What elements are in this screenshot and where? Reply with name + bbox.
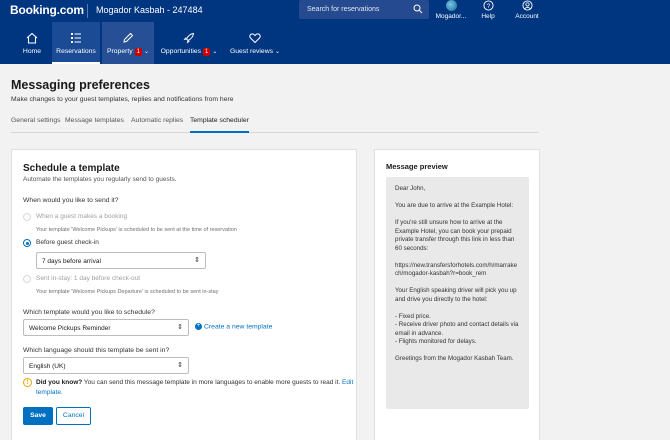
schedule-template-card: Schedule a template Automate the templat… xyxy=(11,149,357,440)
schedule-title: Schedule a template xyxy=(23,163,120,174)
plus-circle-icon: + xyxy=(195,323,202,330)
radio-in-stay-label: Sent in-stay: 1 day before check-out xyxy=(36,275,141,282)
save-button[interactable]: Save xyxy=(23,407,53,425)
template-select[interactable]: Welcome Pickups Reminder ⇕ xyxy=(23,319,189,336)
select-chevron-icon: ⇕ xyxy=(177,324,183,331)
template-question: Which template would you like to schedul… xyxy=(23,309,155,316)
nav-guest-reviews[interactable]: Guest reviews ⌄ xyxy=(228,22,282,64)
account-label: Account xyxy=(515,13,539,20)
help-icon: ? xyxy=(482,0,494,11)
preview-feature-list: - Fixed price. - Receive driver photo an… xyxy=(395,312,519,346)
select-chevron-icon: ⇕ xyxy=(194,257,200,264)
reservation-search-input[interactable]: Search for reservations xyxy=(299,0,429,19)
nav-reservations[interactable]: Reservations xyxy=(52,22,100,64)
tip-text: You can send this message template in mo… xyxy=(82,379,343,386)
page-subtitle: Make changes to your guest templates, re… xyxy=(11,96,234,103)
select-chevron-icon: ⇕ xyxy=(177,362,183,369)
page-title: Messaging preferences xyxy=(11,78,150,92)
heart-icon xyxy=(249,33,261,44)
preview-paragraph: If you're still unsure how to arrive at … xyxy=(395,219,515,252)
tab-message-templates[interactable]: Message templates xyxy=(65,117,124,133)
cancel-button[interactable]: Cancel xyxy=(56,407,91,425)
days-before-select[interactable]: 7 days before arrival ⇕ xyxy=(36,252,206,269)
nav-home[interactable]: Home xyxy=(14,22,50,64)
chevron-down-icon: ⌄ xyxy=(144,49,150,55)
account-button[interactable]: Account xyxy=(512,0,542,20)
nav-guest-reviews-label: Guest reviews xyxy=(229,48,274,55)
chevron-down-icon: ⌄ xyxy=(275,49,281,55)
message-preview-card: Message preview Dear John, You are due t… xyxy=(374,149,540,440)
main-navigation: Home Reservations Property 1 ⌄ Opportuniti… xyxy=(0,22,670,64)
search-placeholder: Search for reservations xyxy=(307,6,380,13)
on-booking-hint: Your template 'Welcome Pickups' is sched… xyxy=(36,227,237,233)
preview-signoff: Greetings from the Mogador Kasbah Team. xyxy=(395,355,514,362)
in-stay-hint: Your template 'Welcome Pickups Departure… xyxy=(36,289,219,295)
language-select[interactable]: English (UK) ⇕ xyxy=(23,357,189,374)
property-switcher[interactable]: Mogador... xyxy=(434,0,468,20)
radio-before-checkin[interactable] xyxy=(23,239,31,247)
svg-text:?: ? xyxy=(486,3,490,10)
nav-reservations-label: Reservations xyxy=(56,48,96,55)
radio-before-checkin-label: Before guest check-in xyxy=(36,239,99,246)
nav-opportunities[interactable]: Opportunities 1 ⌄ xyxy=(158,22,220,64)
help-label: Help xyxy=(481,13,495,20)
language-select-value: English (UK) xyxy=(29,363,66,370)
account-icon xyxy=(521,0,533,11)
chevron-down-icon: ⌄ xyxy=(212,49,218,55)
top-header: Booking.com Mogador Kasbah - 247484 Sear… xyxy=(0,0,670,22)
preview-title: Message preview xyxy=(386,162,448,171)
tab-template-scheduler[interactable]: Template scheduler xyxy=(190,117,249,133)
preview-transfer-link: https://new.transfersforhotels.com/h/mar… xyxy=(395,261,518,278)
info-icon: ! xyxy=(23,378,32,387)
preview-paragraph: You are due to arrive at the Example Hot… xyxy=(395,202,514,209)
tip-heading: Did you know? xyxy=(36,379,83,386)
help-button[interactable]: ? Help xyxy=(477,0,499,20)
header-divider xyxy=(87,4,88,18)
tab-automatic-replies[interactable]: Automatic replies xyxy=(131,117,183,133)
preview-paragraph: Dear John, xyxy=(395,185,426,192)
home-icon xyxy=(26,32,38,44)
search-icon[interactable] xyxy=(413,4,423,14)
create-template-label: Create a new template xyxy=(204,323,273,331)
radio-in-stay[interactable] xyxy=(23,275,31,283)
radio-on-booking-label: When a guest makes a booking xyxy=(36,213,128,220)
property-switcher-label: Mogador... xyxy=(435,13,467,20)
schedule-subtitle: Automate the templates you regularly sen… xyxy=(23,176,177,183)
tab-general-settings[interactable]: General settings xyxy=(11,117,61,133)
nav-property[interactable]: Property 1 ⌄ xyxy=(102,22,154,64)
preview-paragraph: Your English speaking driver will pick y… xyxy=(395,287,517,303)
days-before-value: 7 days before arrival xyxy=(42,258,101,265)
opportunities-badge: 1 xyxy=(203,48,211,56)
language-question: Which language should this template be s… xyxy=(23,347,170,354)
nav-property-label: Property xyxy=(106,48,133,55)
booking-logo[interactable]: Booking.com xyxy=(10,3,84,17)
preview-message-box: Dear John, You are due to arrive at the … xyxy=(386,177,529,409)
send-timing-question: When would you like to send it? xyxy=(23,197,119,204)
rocket-icon xyxy=(183,32,195,44)
settings-tabs: General settings Message templates Autom… xyxy=(11,117,539,133)
property-name: Mogador Kasbah - 247484 xyxy=(96,5,203,15)
nav-opportunities-label: Opportunities xyxy=(160,48,202,55)
reservations-icon xyxy=(71,33,81,43)
create-template-link[interactable]: + Create a new template xyxy=(195,323,272,330)
translation-tip: Did you know? You can send this message … xyxy=(36,378,354,398)
pencil-icon xyxy=(123,32,134,43)
property-badge: 1 xyxy=(134,48,142,56)
property-avatar-icon xyxy=(445,0,457,11)
template-select-value: Welcome Pickups Reminder xyxy=(29,325,111,332)
radio-on-booking[interactable] xyxy=(23,213,31,221)
nav-home-label: Home xyxy=(22,48,42,55)
